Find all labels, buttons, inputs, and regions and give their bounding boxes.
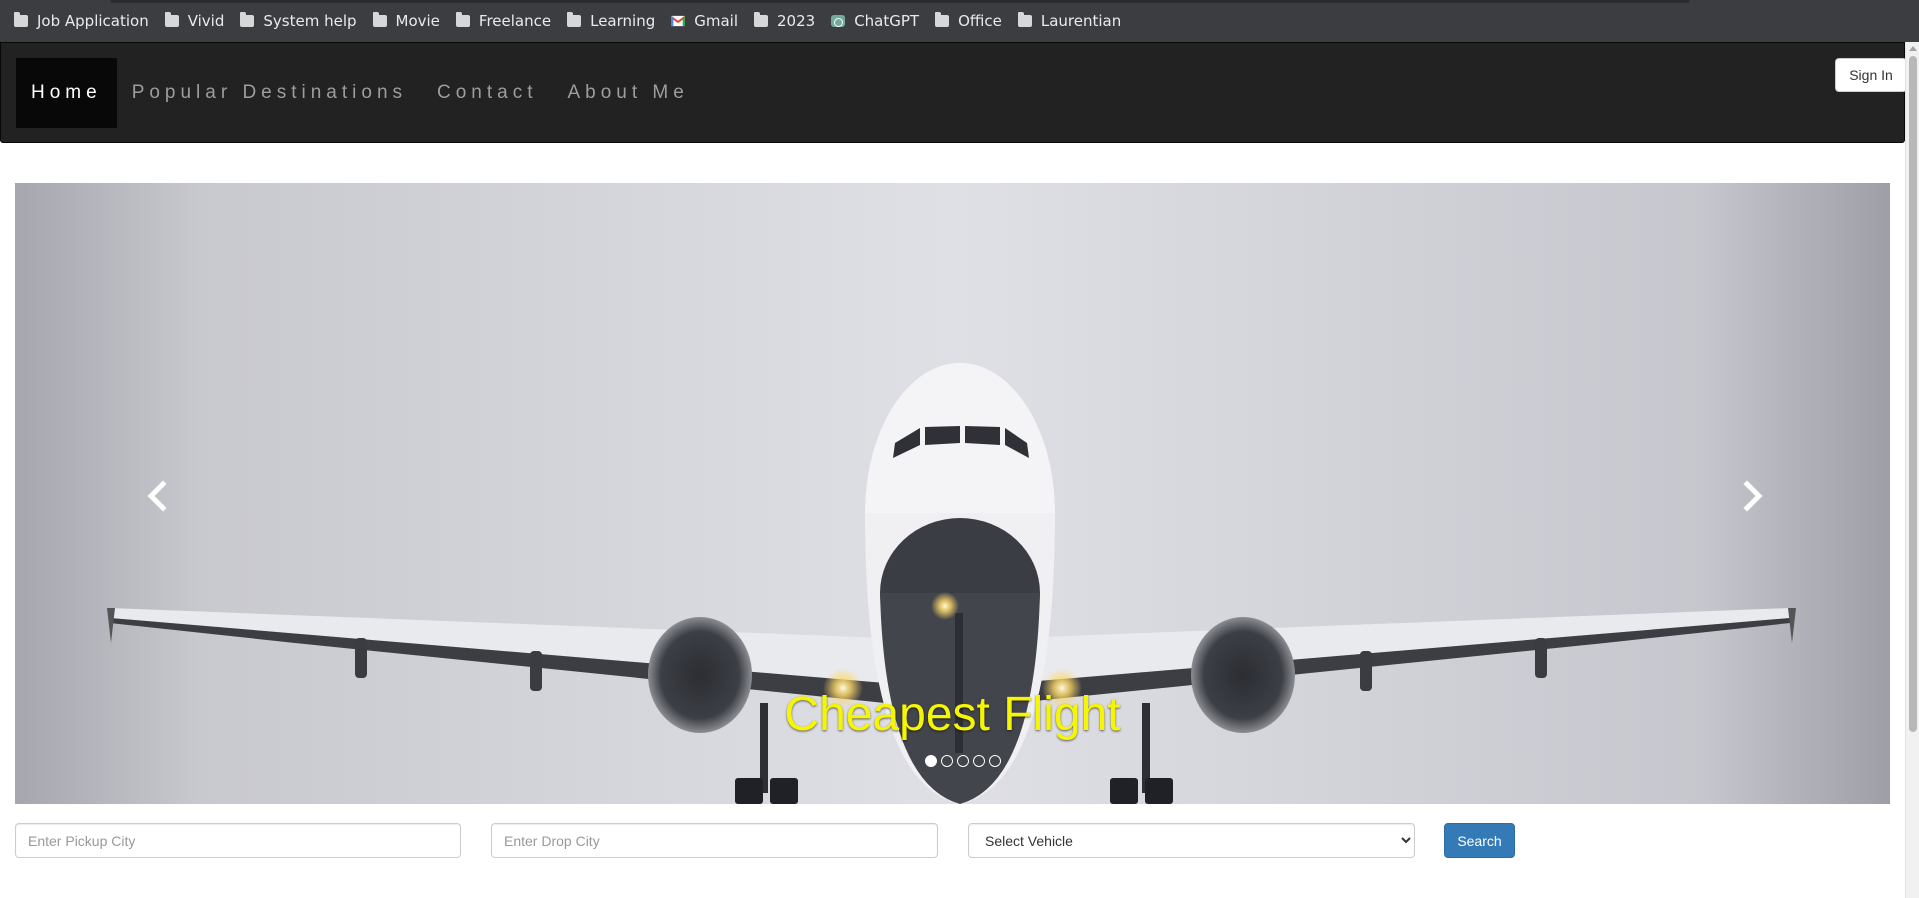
chatgpt-icon (831, 15, 846, 27)
vehicle-select[interactable]: Select Vehicle (968, 823, 1415, 858)
nav-contact[interactable]: Contact (422, 58, 552, 128)
bookmark-list: Job Application Vivid System help Movie … (14, 11, 1137, 31)
bookmark-label: Movie (395, 12, 440, 30)
bookmark-label: Job Application (37, 12, 149, 30)
tab-strip-edge (110, 0, 1690, 3)
carousel-indicator-4[interactable] (972, 755, 985, 767)
scroll-up-arrow-icon[interactable] (1909, 46, 1917, 51)
bookmark-system-help[interactable]: System help (240, 11, 357, 31)
carousel-indicators (15, 755, 1890, 767)
bookmark-label: Freelance (478, 12, 552, 30)
bookmark-label: Learning (590, 12, 656, 30)
bookmark-freelance[interactable]: Freelance (455, 11, 552, 31)
bookmarks-bar: Job Application Vivid System help Movie … (0, 0, 1919, 42)
drop-city-input[interactable] (491, 823, 938, 858)
folder-icon (455, 12, 470, 27)
folder-icon (372, 12, 387, 27)
sign-in-button[interactable]: Sign In (1835, 58, 1907, 92)
carousel-caption: Cheapest Flight (784, 688, 1121, 741)
nav-popular-destinations[interactable]: Popular Destinations (117, 58, 422, 128)
folder-icon (164, 12, 179, 27)
folder-icon (567, 12, 582, 27)
bookmark-label: Gmail (694, 12, 738, 30)
folder-icon (1017, 12, 1032, 27)
bookmark-gmail[interactable]: Gmail (671, 11, 738, 31)
bookmark-office[interactable]: Office (935, 11, 1002, 31)
folder-icon (240, 12, 255, 27)
bookmark-label: Vivid (187, 12, 225, 30)
bookmark-movie[interactable]: Movie (372, 11, 440, 31)
carousel-next-icon[interactable] (1737, 476, 1767, 516)
carousel-indicator-3[interactable] (956, 755, 969, 767)
nav-links: Home Popular Destinations Contact About … (16, 58, 704, 128)
bookmark-label: Laurentian (1040, 12, 1122, 30)
bookmark-vivid[interactable]: Vivid (164, 11, 225, 31)
carousel-indicator-5[interactable] (988, 755, 1001, 767)
scrollbar-thumb[interactable] (1909, 56, 1917, 732)
folder-icon (14, 12, 28, 27)
bookmark-learning[interactable]: Learning (567, 11, 655, 31)
bookmark-label: Office (958, 12, 1002, 30)
bookmark-label: ChatGPT (854, 12, 920, 30)
page-scrollbar[interactable] (1905, 42, 1919, 898)
carousel-prev-icon[interactable] (143, 476, 173, 516)
bookmark-2023[interactable]: 2023 (754, 11, 815, 31)
hero-carousel: Cheapest Flight (15, 183, 1890, 804)
nav-about-me[interactable]: About Me (553, 58, 704, 128)
carousel-indicator-2[interactable] (940, 755, 953, 767)
bookmark-label: 2023 (777, 12, 816, 30)
bookmark-chatgpt[interactable]: ChatGPT (831, 11, 919, 31)
nav-home[interactable]: Home (16, 58, 117, 128)
bookmark-laurentian[interactable]: Laurentian (1017, 11, 1122, 31)
folder-icon (754, 12, 768, 27)
search-button[interactable]: Search (1444, 823, 1515, 858)
navbar: Home Popular Destinations Contact About … (0, 42, 1907, 143)
gmail-icon (671, 15, 686, 27)
pickup-city-input[interactable] (15, 823, 461, 858)
bookmark-job-application[interactable]: Job Application (14, 11, 149, 31)
bookmark-label: System help (263, 12, 357, 30)
folder-icon (935, 12, 950, 27)
carousel-indicator-1[interactable] (924, 755, 937, 767)
